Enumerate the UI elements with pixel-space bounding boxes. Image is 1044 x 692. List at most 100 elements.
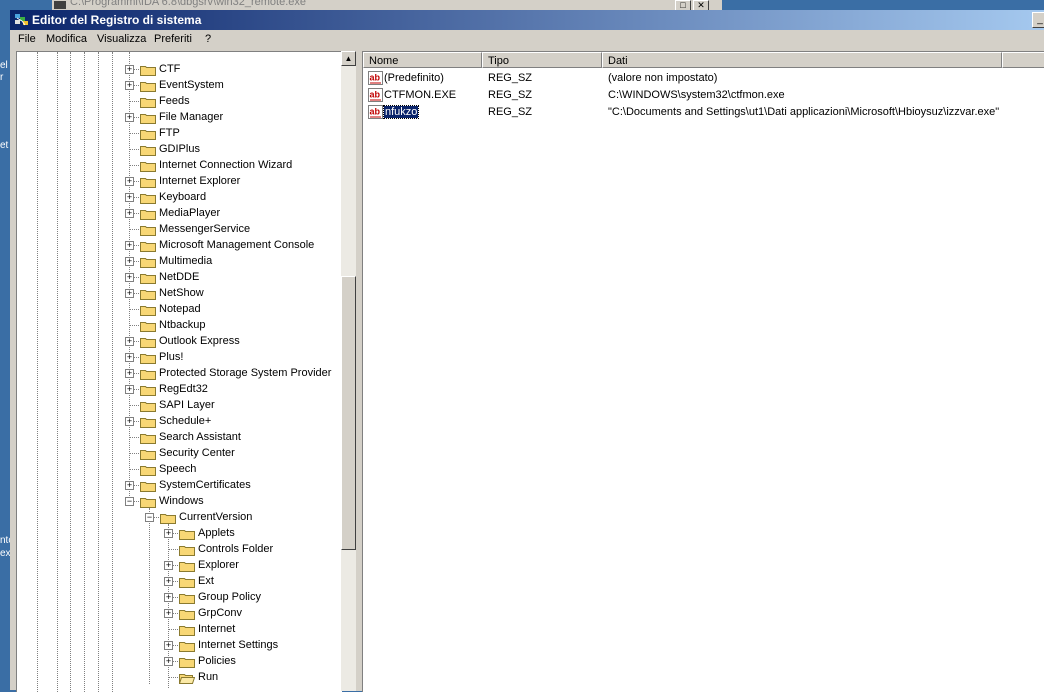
tree-node[interactable]: Notepad bbox=[17, 302, 342, 318]
tree-node[interactable]: + Protected Storage System Provider bbox=[17, 366, 342, 382]
expand-icon[interactable]: + bbox=[125, 337, 134, 346]
tree-node[interactable]: + Policies bbox=[17, 654, 342, 670]
tree-node-label: Explorer bbox=[198, 559, 239, 571]
table-row[interactable]: ab nfukzo REG_SZ "C:\Documents and Settings… bbox=[363, 104, 1044, 121]
folder-icon bbox=[140, 242, 156, 252]
expand-icon[interactable]: + bbox=[164, 641, 173, 650]
table-row[interactable]: ab (Predefinito) REG_SZ (valore non imposta… bbox=[363, 70, 1044, 87]
scroll-up-icon[interactable]: ▲ bbox=[341, 51, 356, 66]
tree-node[interactable]: + RegEdt32 bbox=[17, 382, 342, 398]
expand-icon[interactable]: + bbox=[125, 65, 134, 74]
table-row[interactable]: ab CTFMON.EXE REG_SZ C:\WINDOWS\system32\ct… bbox=[363, 87, 1044, 104]
tree-node[interactable]: + GrpConv bbox=[17, 606, 342, 622]
tree-node[interactable]: + NetDDE bbox=[17, 270, 342, 286]
expand-icon[interactable]: + bbox=[164, 577, 173, 586]
expand-icon[interactable]: + bbox=[125, 209, 134, 218]
tree-node[interactable]: + CTF bbox=[17, 62, 342, 78]
expand-icon[interactable]: + bbox=[125, 193, 134, 202]
tree-node[interactable]: Internet bbox=[17, 622, 342, 638]
minimize-button[interactable]: _ bbox=[1032, 12, 1044, 28]
column-header-dati[interactable]: Dati bbox=[602, 52, 1002, 68]
tree-node[interactable]: MessengerService bbox=[17, 222, 342, 238]
folder-icon bbox=[140, 386, 156, 396]
expand-icon[interactable]: + bbox=[125, 353, 134, 362]
menu-bar: File Modifica Visualizza Preferiti ? bbox=[10, 30, 1044, 49]
expand-icon[interactable]: + bbox=[125, 273, 134, 282]
tree-node[interactable]: Security Center bbox=[17, 446, 342, 462]
registry-key-tree[interactable]: + CTF + EventSystem Feeds + File Manager FTP GDI… bbox=[16, 51, 342, 692]
expand-icon[interactable]: + bbox=[164, 593, 173, 602]
tree-node[interactable]: + Plus! bbox=[17, 350, 342, 366]
column-header-nome[interactable]: Nome bbox=[363, 52, 482, 68]
tree-node[interactable]: + MediaPlayer bbox=[17, 206, 342, 222]
expand-icon[interactable]: + bbox=[164, 561, 173, 570]
registry-values-list[interactable]: Nome Tipo Dati ab (Predefinito) REG_SZ (val… bbox=[362, 51, 1044, 692]
menu-help[interactable]: ? bbox=[205, 33, 211, 45]
tree-scrollbar[interactable]: ▲ bbox=[341, 51, 356, 691]
tree-node-label: Search Assistant bbox=[159, 431, 241, 443]
expand-icon[interactable]: + bbox=[125, 241, 134, 250]
expand-icon[interactable]: + bbox=[164, 657, 173, 666]
tree-node[interactable]: + Group Policy bbox=[17, 590, 342, 606]
tree-node[interactable]: + EventSystem bbox=[17, 78, 342, 94]
tree-node[interactable]: − CurrentVersion bbox=[17, 510, 342, 526]
folder-icon bbox=[140, 210, 156, 220]
tree-node[interactable]: + SystemCertificates bbox=[17, 478, 342, 494]
folder-icon bbox=[140, 306, 156, 316]
expand-icon[interactable]: + bbox=[125, 417, 134, 426]
tree-node[interactable]: FTP bbox=[17, 126, 342, 142]
tree-node[interactable]: Ntbackup bbox=[17, 318, 342, 334]
value-name: (Predefinito) bbox=[384, 72, 444, 84]
tree-node[interactable]: Internet Connection Wizard bbox=[17, 158, 342, 174]
tree-node-label: Protected Storage System Provider bbox=[159, 367, 332, 379]
menu-file[interactable]: File bbox=[18, 33, 36, 45]
tree-node-label: GrpConv bbox=[198, 607, 243, 619]
expand-icon[interactable]: + bbox=[125, 177, 134, 186]
tree-node[interactable]: GDIPlus bbox=[17, 142, 342, 158]
background-window-title: C:\Programmi\IDA 6.8\dbgsrv\win32_remote… bbox=[70, 0, 306, 8]
menu-modifica[interactable]: Modifica bbox=[46, 33, 87, 45]
expand-icon[interactable]: + bbox=[125, 289, 134, 298]
tree-node[interactable]: + File Manager bbox=[17, 110, 342, 126]
expand-icon[interactable]: + bbox=[125, 113, 134, 122]
expand-icon[interactable]: + bbox=[164, 609, 173, 618]
tree-node[interactable]: + Microsoft Management Console bbox=[17, 238, 342, 254]
tree-node[interactable]: + Keyboard bbox=[17, 190, 342, 206]
svg-text:ab: ab bbox=[370, 107, 381, 117]
menu-preferiti[interactable]: Preferiti bbox=[154, 33, 192, 45]
expand-icon[interactable]: + bbox=[125, 257, 134, 266]
tree-node[interactable]: + Explorer bbox=[17, 558, 342, 574]
desktop-icon-label-fragment: ex bbox=[0, 548, 11, 559]
tree-node[interactable]: Controls Folder bbox=[17, 542, 342, 558]
expand-icon[interactable]: + bbox=[125, 369, 134, 378]
tree-node[interactable]: SAPI Layer bbox=[17, 398, 342, 414]
expand-icon[interactable]: + bbox=[164, 529, 173, 538]
menu-visualizza[interactable]: Visualizza bbox=[97, 33, 146, 45]
tree-node[interactable]: + Internet Explorer bbox=[17, 174, 342, 190]
tree-node-label: SAPI Layer bbox=[159, 399, 215, 411]
tree-node[interactable]: + Ext bbox=[17, 574, 342, 590]
tree-node[interactable]: − Windows bbox=[17, 494, 342, 510]
tree-node[interactable]: Search Assistant bbox=[17, 430, 342, 446]
tree-node[interactable]: + Multimedia bbox=[17, 254, 342, 270]
tree-node[interactable]: + NetShow bbox=[17, 286, 342, 302]
tree-node[interactable]: Feeds bbox=[17, 94, 342, 110]
window-titlebar[interactable]: Editor del Registro di sistema _ bbox=[10, 10, 1044, 30]
tree-node[interactable]: + Internet Settings bbox=[17, 638, 342, 654]
tree-node[interactable]: Run bbox=[17, 670, 342, 686]
column-header-tipo[interactable]: Tipo bbox=[482, 52, 602, 68]
expand-icon[interactable]: + bbox=[125, 481, 134, 490]
collapse-icon[interactable]: − bbox=[145, 513, 154, 522]
tree-node[interactable]: + Outlook Express bbox=[17, 334, 342, 350]
expand-icon[interactable]: + bbox=[125, 385, 134, 394]
expand-icon[interactable]: + bbox=[125, 81, 134, 90]
folder-icon bbox=[140, 162, 156, 172]
value-name: CTFMON.EXE bbox=[384, 89, 457, 101]
folder-icon bbox=[140, 338, 156, 348]
tree-node[interactable]: + Applets bbox=[17, 526, 342, 542]
tree-node[interactable]: + Schedule+ bbox=[17, 414, 342, 430]
tree-node[interactable]: Speech bbox=[17, 462, 342, 478]
regedit-icon bbox=[15, 14, 28, 26]
collapse-icon[interactable]: − bbox=[125, 497, 134, 506]
scrollbar-thumb[interactable] bbox=[341, 276, 356, 550]
